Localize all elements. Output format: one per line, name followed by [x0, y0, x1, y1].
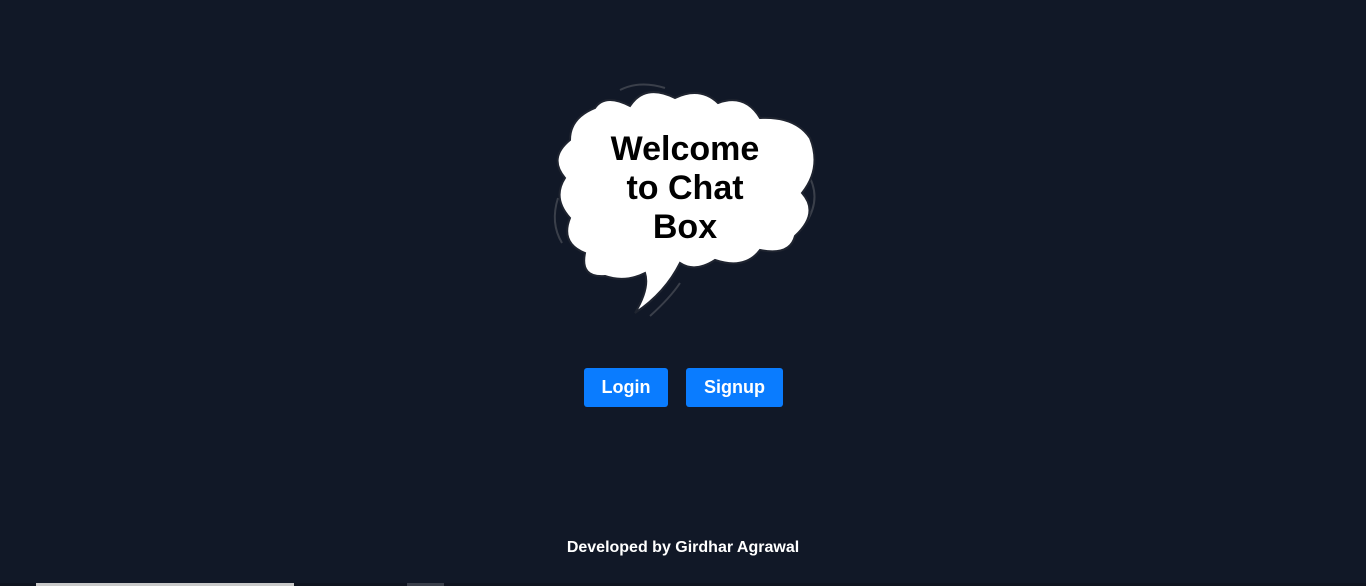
welcome-bubble: Welcome to Chat Box [540, 78, 830, 328]
welcome-line-1: Welcome [610, 130, 760, 168]
welcome-line-2: to Chat [626, 169, 744, 207]
login-button[interactable]: Login [584, 368, 668, 407]
welcome-line-3: Box [652, 208, 718, 246]
footer-credit: Developed by Girdhar Agrawal [566, 539, 800, 556]
welcome-heading: Welcome to Chat Box [595, 130, 775, 247]
landing-page: Welcome to Chat Box Login Signup Develop… [0, 0, 1366, 586]
signup-button[interactable]: Signup [686, 368, 783, 407]
